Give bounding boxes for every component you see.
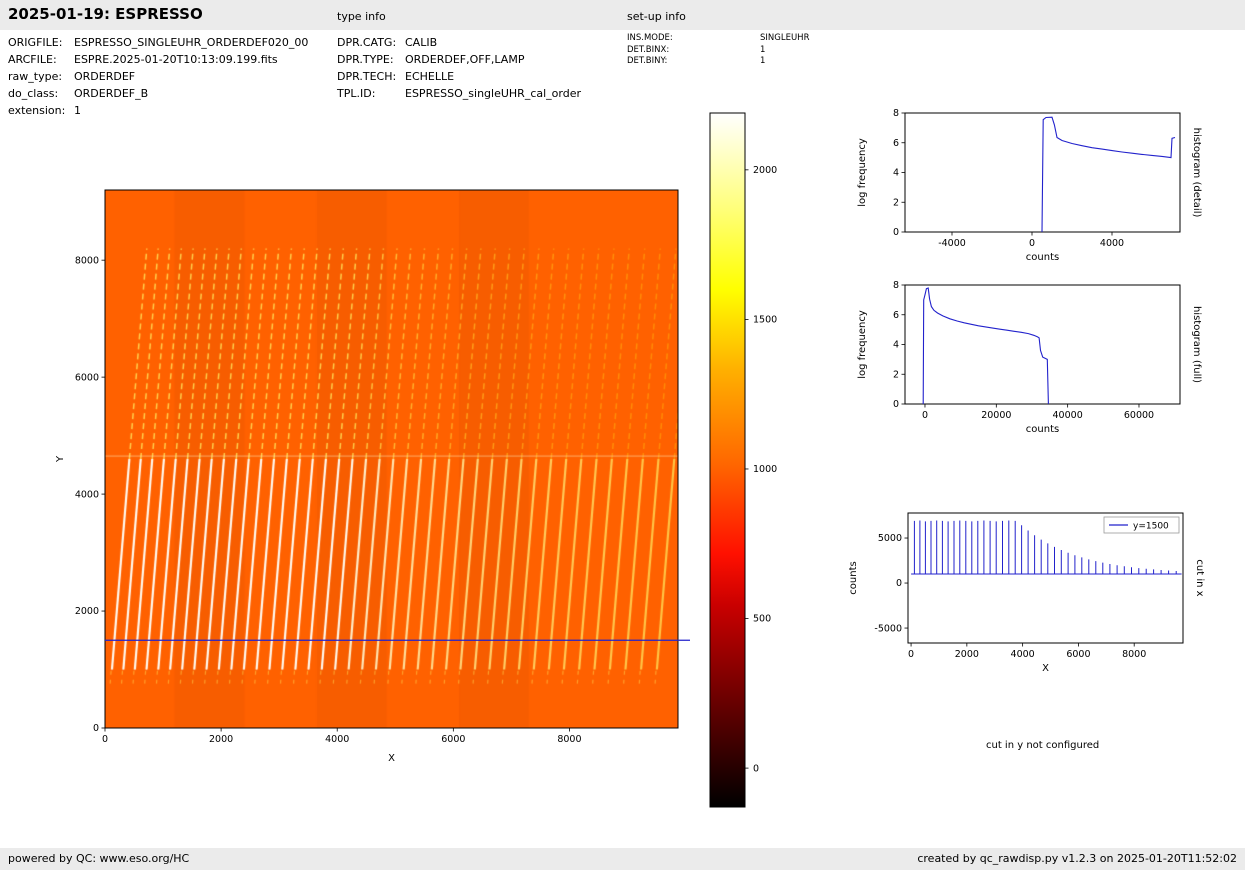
y-tick-label: 4: [893, 340, 899, 351]
footer-right: created by qc_rawdisp.py v1.2.3 on 2025-…: [917, 852, 1237, 865]
y-tick-label: 6: [893, 138, 899, 149]
y-tick-label: 4000: [75, 489, 99, 500]
y-tick-label: 2000: [75, 606, 99, 617]
histogram-detail-plot: -4000 0 4000 0 2 4 6 8 counts log frequency histog…: [857, 108, 1202, 263]
y-tick-label: 0: [893, 227, 899, 238]
raw_image-ylabel: Y: [55, 455, 66, 463]
raw_image-frame: [104, 189, 679, 729]
histogram-full-plot: 0 20000 40000 60000 0 2 4 6 8 counts log frequency…: [857, 280, 1202, 435]
histogram_full-frame: [904, 284, 1181, 405]
y-tick-label: 0: [93, 723, 99, 734]
y-tick-label: 2: [893, 369, 899, 380]
histogram-full-curve: [922, 287, 1049, 405]
x-tick-label: 4000: [1011, 649, 1035, 660]
y-tick-label: 8000: [75, 255, 99, 266]
y-tick-label: 4: [893, 168, 899, 179]
colorbar-tick-label: 1000: [753, 464, 777, 475]
x-tick-label: 8000: [1122, 649, 1146, 660]
y-tick-label: 8: [893, 108, 899, 119]
x-tick-label: 6000: [441, 734, 465, 745]
colorbar-tick-label: 2000: [753, 165, 777, 176]
y-tick-label: 6: [893, 310, 899, 321]
histogram_full-ylabel: log frequency: [857, 310, 868, 379]
x-tick-label: 0: [1029, 238, 1035, 249]
histogram_full-xlabel: counts: [1026, 424, 1059, 435]
cut-in-x-legend: y=1500: [1103, 516, 1180, 534]
x-tick-label: 20000: [981, 410, 1011, 421]
x-tick-label: 60000: [1124, 410, 1154, 421]
qc-report-page: 2025-01-19: ESPRESSO type info set-up in…: [0, 0, 1245, 870]
colorbar: 0 500 1000 1500 2000: [709, 112, 777, 808]
y-tick-label: 0: [896, 578, 902, 589]
colorbar-tick-label: 1500: [753, 315, 777, 326]
colorbar-tick-label: 0: [753, 763, 759, 774]
histogram_detail-right-label: histogram (detail): [1191, 128, 1202, 218]
cut_in_x-xlabel: X: [1042, 663, 1049, 674]
x-tick-label: 0: [102, 734, 108, 745]
footer-left: powered by QC: www.eso.org/HC: [8, 852, 190, 865]
x-tick-label: 4000: [325, 734, 349, 745]
cut-y-note: cut in y not configured: [986, 740, 1100, 751]
x-tick-label: 2000: [955, 649, 979, 660]
histogram_full-right-label: histogram (full): [1191, 306, 1202, 383]
x-tick-label: 8000: [557, 734, 581, 745]
x-tick-label: 4000: [1100, 238, 1124, 249]
histogram-detail-curve: [1041, 116, 1176, 233]
y-tick-label: 0: [893, 399, 899, 410]
y-tick-label: -5000: [874, 623, 902, 634]
histogram_detail-ylabel: log frequency: [857, 138, 868, 207]
y-tick-label: 8: [893, 280, 899, 291]
y-tick-label: 5000: [878, 533, 902, 544]
raw-image-axes: 0 2000 4000 6000 8000 0 2000 4000 6000 8000 X Y: [55, 189, 690, 764]
y-tick-label: 2: [893, 197, 899, 208]
x-tick-label: 6000: [1066, 649, 1090, 660]
x-tick-label: 0: [908, 649, 914, 660]
x-tick-label: 2000: [209, 734, 233, 745]
raw_image-xlabel: X: [388, 753, 395, 764]
cut_in_x-ylabel: counts: [848, 561, 859, 594]
colorbar-gradient: [710, 113, 745, 807]
cut_in_x-right-label: cut in x: [1194, 559, 1205, 596]
cut-in-x-plot: 0 2000 4000 6000 8000 -5000 0 5000 Xcounts cut in…: [848, 512, 1205, 674]
x-tick-label: 0: [922, 410, 928, 421]
x-tick-label: -4000: [938, 238, 966, 249]
legend-label: y=1500: [1133, 522, 1169, 532]
y-tick-label: 6000: [75, 372, 99, 383]
x-tick-label: 40000: [1053, 410, 1083, 421]
histogram_detail-xlabel: counts: [1026, 252, 1059, 263]
colorbar-tick-label: 500: [753, 614, 771, 625]
